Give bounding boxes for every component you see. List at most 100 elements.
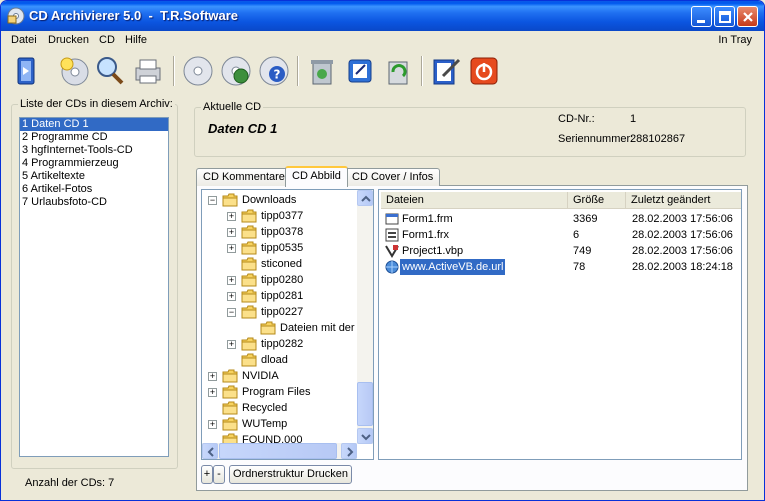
tree-node-label: sticoned	[261, 258, 302, 270]
serial-label: Seriennummer:	[558, 133, 634, 145]
cd-icon[interactable]	[181, 54, 215, 88]
file-list-header: Dateien Größe Zuletzt geändert	[381, 192, 741, 209]
title-bar[interactable]: CD Archivierer 5.0 - T.R.Software	[1, 1, 764, 31]
tree-node-label: tipp0280	[261, 274, 304, 286]
tree-node[interactable]: + tipp0281	[202, 288, 372, 304]
column-header-dateien[interactable]: Dateien	[381, 192, 568, 209]
cd-list-legend: Liste der CDs in diesem Archiv:	[18, 98, 175, 110]
scroll-right-button[interactable]	[341, 443, 357, 459]
svg-text:?: ?	[274, 68, 281, 82]
expand-node-icon[interactable]: +	[208, 420, 217, 429]
tab-cd-cover-infos[interactable]: CD Cover / Infos	[345, 168, 441, 186]
menu-datei[interactable]: Datei	[9, 34, 39, 46]
tree-node[interactable]: Dateien mit der	[202, 320, 372, 336]
expand-node-icon[interactable]: +	[208, 372, 217, 381]
folder-icon	[241, 353, 257, 367]
table-row[interactable]: Form1.frm 3369 28.02.2003 17:56:06	[381, 211, 741, 227]
tab-cd-kommentare[interactable]: CD Kommentare	[196, 168, 292, 186]
search-icon[interactable]	[93, 54, 127, 88]
tree-node[interactable]: − tipp0227	[202, 304, 372, 320]
table-row[interactable]: Project1.vbp 749 28.02.2003 17:56:06	[381, 243, 741, 259]
tree-node[interactable]: + WUTemp	[202, 416, 372, 432]
tree-node[interactable]: Recycled	[202, 400, 372, 416]
column-header-zuletzt-geaendert[interactable]: Zuletzt geändert	[626, 192, 741, 209]
serial-value: 288102867	[630, 133, 686, 145]
recycle-icon[interactable]	[381, 54, 415, 88]
expand-node-icon[interactable]: +	[227, 244, 236, 253]
window-title: CD Archivierer 5.0 - T.R.Software	[29, 8, 239, 23]
tree-node[interactable]: + tipp0377	[202, 208, 372, 224]
print-icon[interactable]	[131, 54, 165, 88]
export-icon[interactable]	[343, 54, 377, 88]
tree-node[interactable]: − Downloads	[202, 192, 372, 208]
exit-icon[interactable]	[9, 54, 43, 88]
folder-icon	[222, 369, 238, 383]
scroll-down-button[interactable]	[357, 428, 373, 444]
print-structure-button[interactable]: Ordnerstruktur Drucken	[229, 465, 352, 484]
recycle-bin-icon[interactable]	[305, 54, 339, 88]
close-button[interactable]	[737, 6, 758, 27]
file-size-cell: 78	[573, 261, 586, 273]
scroll-up-button[interactable]	[357, 190, 373, 206]
cd-network-icon[interactable]	[219, 54, 253, 88]
folder-icon	[241, 209, 257, 223]
scroll-thumb[interactable]	[219, 443, 337, 459]
tree-node-label: tipp0535	[261, 242, 304, 254]
menu-cd[interactable]: CD	[97, 34, 117, 46]
scroll-left-button[interactable]	[202, 443, 218, 459]
scroll-thumb[interactable]	[357, 382, 373, 426]
cd-listbox[interactable]: 1 Daten CD 1 2 Programme CD 3 hgfInterne…	[19, 117, 169, 457]
list-item[interactable]: 6 Artikel-Fotos	[20, 183, 168, 196]
cd-help-icon[interactable]: ?	[257, 54, 291, 88]
expand-node-icon[interactable]: +	[208, 388, 217, 397]
list-item[interactable]: 3 hgfInternet-Tools-CD	[20, 144, 168, 157]
maximize-button[interactable]	[714, 6, 735, 27]
tab-cd-abbild[interactable]: CD Abbild	[285, 166, 348, 187]
collapse-node-icon[interactable]: −	[208, 196, 217, 205]
tree-node-label: tipp0281	[261, 290, 304, 302]
menu-drucken[interactable]: Drucken	[46, 34, 91, 46]
in-tray-link[interactable]: In Tray	[718, 34, 752, 46]
menu-hilfe[interactable]: Hilfe	[123, 34, 149, 46]
collapse-all-button[interactable]: -	[213, 465, 225, 484]
table-row[interactable]: www.ActiveVB.de.url 78 28.02.2003 18:24:18	[381, 259, 741, 275]
tree-node[interactable]: + NVIDIA	[202, 368, 372, 384]
table-row[interactable]: Form1.frx 6 28.02.2003 17:56:06	[381, 227, 741, 243]
tree-node[interactable]: + Program Files	[202, 384, 372, 400]
folder-icon	[241, 273, 257, 287]
list-item[interactable]: 2 Programme CD	[20, 131, 168, 144]
current-cd-legend: Aktuelle CD	[201, 101, 264, 113]
expand-node-icon[interactable]: +	[227, 276, 236, 285]
minimize-button[interactable]	[691, 6, 712, 27]
tree-node[interactable]: dload	[202, 352, 372, 368]
power-icon[interactable]	[467, 54, 501, 88]
tree-vertical-scrollbar[interactable]	[357, 190, 373, 444]
tree-node[interactable]: + tipp0535	[202, 240, 372, 256]
collapse-node-icon[interactable]: −	[227, 308, 236, 317]
column-header-groesse[interactable]: Größe	[568, 192, 626, 209]
expand-all-button[interactable]: +	[201, 465, 213, 484]
expand-node-icon[interactable]: +	[227, 228, 236, 237]
file-name-cell: Form1.frx	[402, 229, 450, 241]
folder-icon	[222, 193, 238, 207]
list-item[interactable]: 7 Urlaubsfoto-CD	[20, 196, 168, 209]
tree-node[interactable]: + tipp0282	[202, 336, 372, 352]
edit-check-icon[interactable]	[429, 54, 463, 88]
file-list[interactable]: Dateien Größe Zuletzt geändert Form1.frm…	[378, 189, 742, 460]
tree-node[interactable]: sticoned	[202, 256, 372, 272]
tree-horizontal-scrollbar[interactable]	[202, 443, 357, 459]
tree-node[interactable]: + tipp0280	[202, 272, 372, 288]
new-cd-icon[interactable]	[57, 54, 91, 88]
list-item[interactable]: 1 Daten CD 1	[20, 118, 168, 131]
expand-node-icon[interactable]: +	[227, 340, 236, 349]
folder-icon	[241, 337, 257, 351]
toolbar-separator	[173, 56, 175, 86]
folder-tree[interactable]: − Downloads + tipp0377 + tipp0378 + tipp0535 sti…	[201, 189, 374, 460]
expand-node-icon[interactable]: +	[227, 292, 236, 301]
list-item[interactable]: 5 Artikeltexte	[20, 170, 168, 183]
expand-node-icon[interactable]: +	[227, 212, 236, 221]
folder-icon	[222, 417, 238, 431]
folder-icon	[241, 305, 257, 319]
tree-node[interactable]: + tipp0378	[202, 224, 372, 240]
list-item[interactable]: 4 Programmierzeug	[20, 157, 168, 170]
